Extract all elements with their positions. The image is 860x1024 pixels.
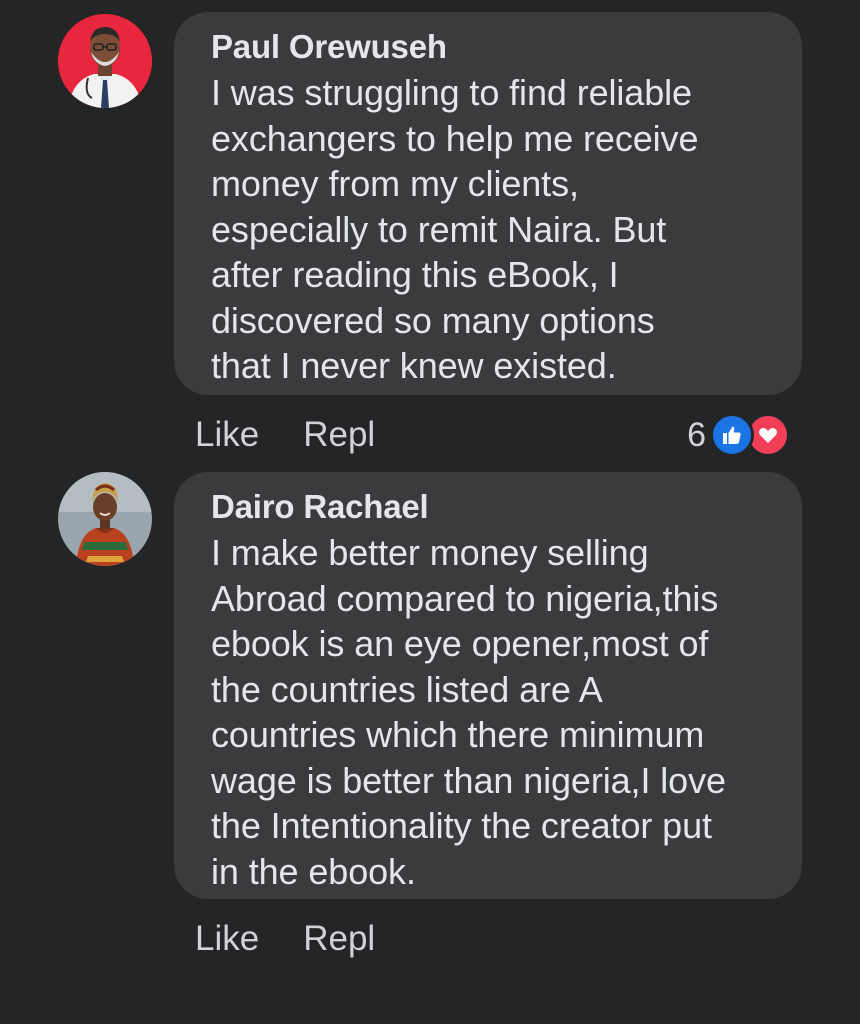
comment-author[interactable]: Dairo Rachael xyxy=(211,488,772,526)
reply-button[interactable]: Repl xyxy=(303,919,375,959)
comment-text: I was struggling to find reliable exchan… xyxy=(211,72,699,386)
reaction-count: 6 xyxy=(687,415,706,454)
avatar[interactable] xyxy=(58,472,152,566)
comment-author[interactable]: Paul Orewuseh xyxy=(211,28,772,66)
comment-bubble: Dairo Rachael I make better money sellin… xyxy=(174,472,802,899)
like-icon xyxy=(710,413,754,457)
comment-text: I make better money selling Abroad compa… xyxy=(211,532,726,892)
comment-actions: Like Repl xyxy=(195,919,375,959)
avatar[interactable] xyxy=(58,14,152,108)
avatar-photo xyxy=(58,472,152,566)
comment-bubble: Paul Orewuseh I was struggling to find r… xyxy=(174,12,802,395)
comments-thread: Paul Orewuseh I was struggling to find r… xyxy=(0,0,860,1024)
avatar-photo xyxy=(58,14,152,108)
reactions-summary[interactable]: 6 xyxy=(687,413,790,457)
like-button[interactable]: Like xyxy=(195,415,259,455)
comment-actions: Like Repl xyxy=(195,415,375,455)
like-button[interactable]: Like xyxy=(195,919,259,959)
reply-button[interactable]: Repl xyxy=(303,415,375,455)
